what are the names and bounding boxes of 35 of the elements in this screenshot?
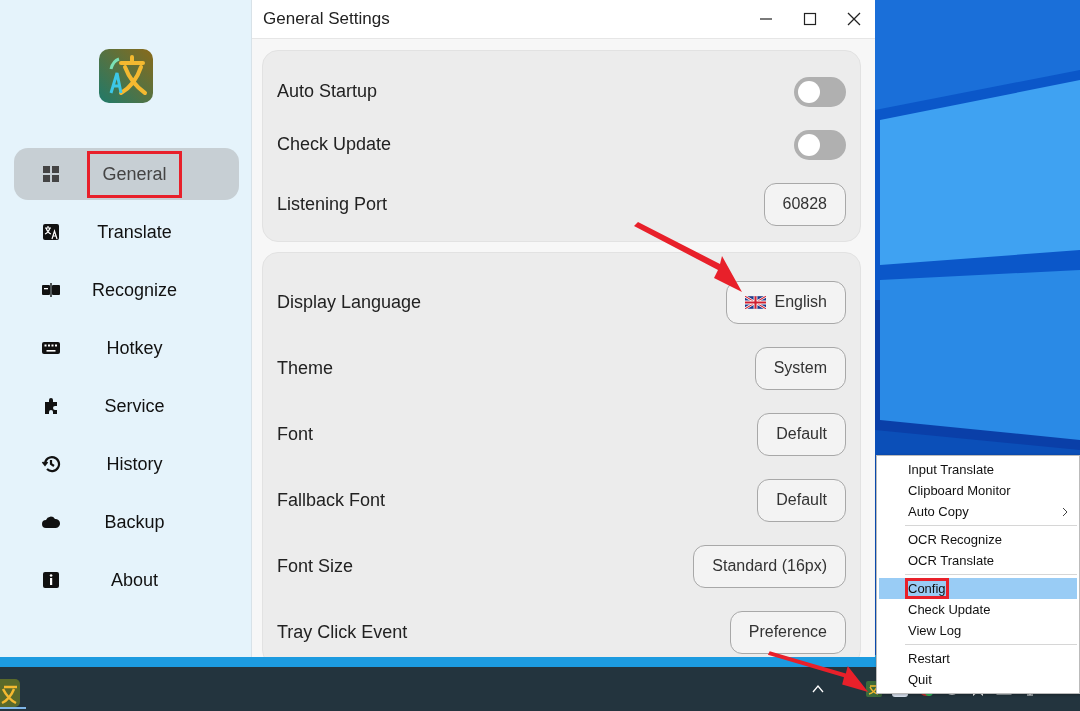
sidebar-item[interactable]: Translate bbox=[13, 206, 239, 258]
menu-item[interactable]: View Log bbox=[877, 620, 1079, 641]
menu-item[interactable]: Quit bbox=[877, 669, 1079, 690]
sidebar-item[interactable]: History bbox=[13, 438, 239, 490]
setting-label: Listening Port bbox=[277, 193, 388, 215]
window-title: General Settings bbox=[263, 9, 390, 29]
menu-item[interactable]: Restart bbox=[877, 648, 1079, 669]
menu-item[interactable]: OCR Translate bbox=[877, 550, 1079, 571]
menu-item[interactable]: Auto Copy bbox=[877, 501, 1079, 522]
menu-item[interactable]: OCR Recognize bbox=[877, 529, 1079, 550]
menu-item[interactable]: Check Update bbox=[877, 599, 1079, 620]
sidebar-item[interactable]: About bbox=[13, 554, 239, 606]
dropdown-button[interactable]: Preference bbox=[729, 610, 846, 654]
dropdown-button[interactable]: Default bbox=[757, 478, 846, 522]
setting-label: Theme bbox=[277, 357, 334, 379]
dropdown-button[interactable]: System bbox=[754, 346, 846, 390]
menu-item[interactable]: Input Translate bbox=[877, 459, 1079, 480]
setting-label: Check Update bbox=[277, 134, 392, 155]
port-field[interactable]: 60828 bbox=[763, 182, 846, 226]
menu-item[interactable]: Config bbox=[879, 578, 1077, 599]
setting-label: Font Size bbox=[277, 555, 354, 577]
sidebar-item[interactable]: Backup bbox=[13, 496, 239, 548]
setting-label: Font bbox=[277, 423, 314, 445]
sidebar-item[interactable]: Recognize bbox=[13, 264, 239, 316]
menu-item[interactable]: Clipboard Monitor bbox=[877, 480, 1079, 501]
setting-label: Tray Click Event bbox=[277, 621, 408, 643]
setting-label: Display Language bbox=[277, 291, 422, 313]
setting-label: Fallback Font bbox=[277, 489, 386, 511]
sidebar-item[interactable]: Service bbox=[13, 380, 239, 432]
sidebar-item[interactable]: Hotkey bbox=[13, 322, 239, 374]
dropdown-button[interactable]: Default bbox=[757, 412, 846, 456]
dropdown-button[interactable]: Standard (16px) bbox=[693, 544, 846, 588]
sidebar-item[interactable]: General bbox=[13, 148, 239, 200]
setting-label: Auto Startup bbox=[277, 81, 378, 102]
language-dropdown[interactable]: English bbox=[725, 280, 846, 324]
